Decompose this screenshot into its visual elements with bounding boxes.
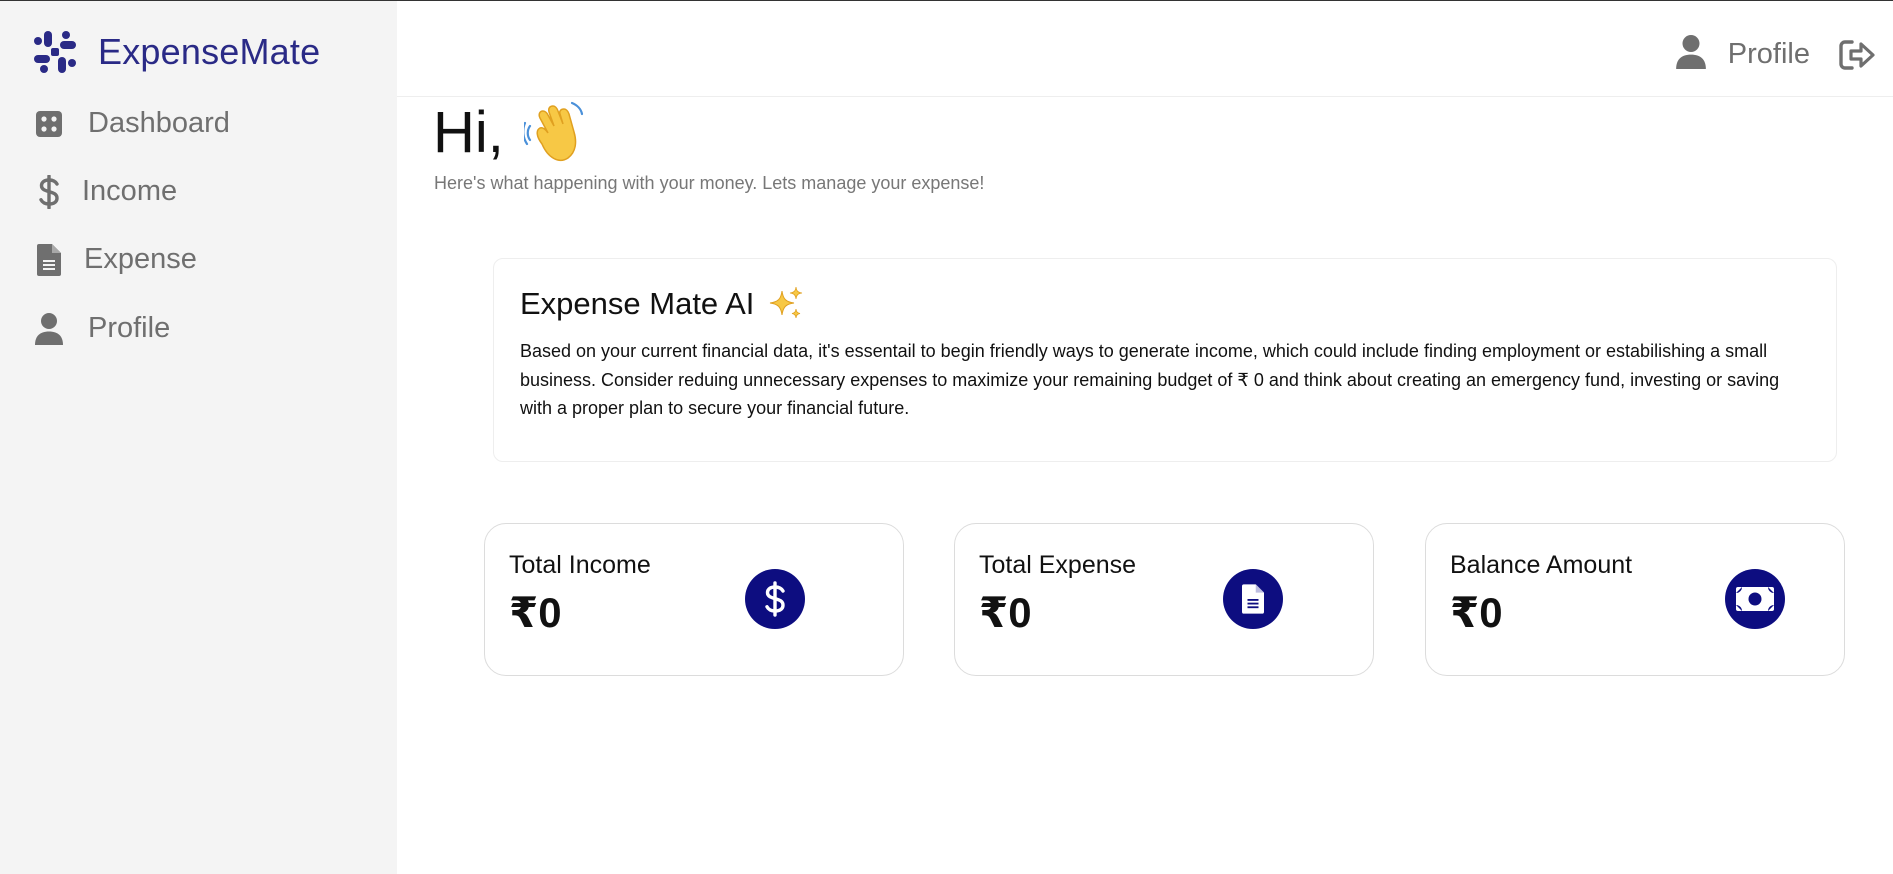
stat-card-total-expense: Total Expense ₹0 (954, 523, 1374, 676)
greeting-text: Hi, (433, 100, 504, 165)
brand-name: ExpenseMate (98, 31, 321, 72)
dollar-icon (34, 174, 64, 209)
header-profile-link[interactable]: Profile (1675, 35, 1810, 74)
brand[interactable]: ExpenseMate (34, 31, 320, 73)
sidebar-item-dashboard[interactable]: Dashboard (34, 107, 230, 140)
logout-icon (1839, 40, 1875, 70)
ai-card-title: Expense Mate AI (520, 285, 1810, 323)
money-bill-icon (1725, 569, 1785, 629)
sidebar-item-label: Income (82, 175, 178, 207)
stat-value: ₹0 (1450, 589, 1503, 636)
stat-card-total-income: Total Income ₹0 (484, 523, 904, 676)
sidebar: ExpenseMate Dashboard Income Expense Pro… (0, 1, 397, 874)
sidebar-item-label: Dashboard (88, 107, 230, 139)
sidebar-item-label: Profile (88, 312, 171, 344)
ai-insight-card: Expense Mate AI Based on your current fi… (493, 258, 1837, 462)
stat-card-balance-amount: Balance Amount ₹0 (1425, 523, 1845, 676)
sidebar-item-income[interactable]: Income (34, 174, 178, 209)
user-icon (1675, 35, 1706, 74)
stat-value: ₹0 (509, 589, 562, 636)
document-icon (1223, 569, 1283, 629)
dollar-icon (745, 569, 805, 629)
ai-card-text: Based on your current financial data, it… (520, 341, 1780, 418)
header-profile-label: Profile (1727, 38, 1810, 70)
document-icon (34, 243, 64, 276)
greeting-heading: Hi, (433, 99, 590, 166)
logout-button[interactable] (1839, 39, 1875, 71)
stat-label: Balance Amount (1450, 551, 1633, 579)
stat-label: Total Income (509, 551, 651, 579)
waving-hand-icon (523, 101, 583, 161)
sidebar-item-profile[interactable]: Profile (34, 312, 170, 345)
sparkles-icon (770, 286, 803, 319)
greeting-subtitle: Here's what happening with your money. L… (434, 173, 985, 193)
top-header: Profile (397, 1, 1893, 97)
ai-card-title-text: Expense Mate AI (520, 286, 755, 321)
sidebar-item-label: Expense (84, 243, 197, 275)
brand-logo-icon (34, 31, 76, 73)
stat-label: Total Expense (979, 551, 1137, 579)
dashboard-icon (34, 108, 64, 140)
stat-value: ₹0 (979, 589, 1032, 636)
user-icon (34, 312, 64, 345)
sidebar-item-expense[interactable]: Expense (34, 243, 197, 276)
